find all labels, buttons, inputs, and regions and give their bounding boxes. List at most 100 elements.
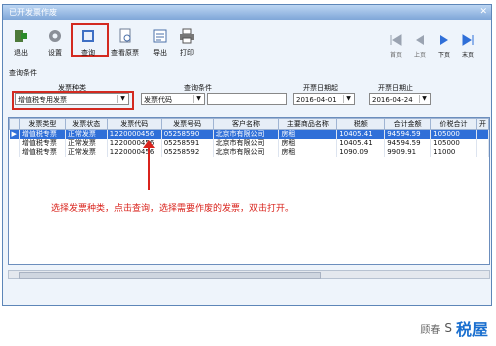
first-page-button[interactable]: 首页 <box>383 34 409 59</box>
watermark-site: 税屋 <box>455 320 488 339</box>
condition-text-input[interactable] <box>207 93 287 105</box>
start-date-picker[interactable]: 2016-04-01 ▼ <box>293 93 355 105</box>
condition-field-value: 发票代码 <box>144 96 172 104</box>
settings-button[interactable]: 设置 <box>42 28 68 58</box>
next-page-button[interactable]: 下页 <box>431 34 457 59</box>
table-row[interactable]: 增值税专票 正常发票 1220000456 05258591 北京市有限公司 房… <box>9 139 489 148</box>
table-cell: 北京市有限公司 <box>213 139 280 148</box>
table-cell <box>476 148 489 157</box>
column-header[interactable]: 税额 <box>336 118 386 130</box>
query-button[interactable]: 查询 <box>75 28 101 58</box>
query-icon <box>82 30 94 42</box>
toolbar: 退出 设置 查询 查看原票 导出 打印 首页 上页 下页 末页 查询条件 <box>3 20 491 78</box>
table-row[interactable]: 增值税专票 正常发票 1220000456 05258592 北京市有限公司 房… <box>9 148 489 157</box>
invoice-type-select[interactable]: 增值税专用发票 ▼ <box>15 93 129 105</box>
horizontal-scrollbar[interactable] <box>8 270 490 279</box>
first-page-label: 首页 <box>389 52 402 59</box>
watermark: 顾春 S 税屋 <box>420 316 488 340</box>
table-cell: 正常发票 <box>65 139 108 148</box>
table-header-row: 发票类型 发票状态 发票代码 发票号码 客户名称 主要商品名称 税额 合计金额 … <box>9 118 489 130</box>
table-cell <box>476 139 489 148</box>
next-page-label: 下页 <box>437 52 450 59</box>
invoice-type-value: 增值税专用发票 <box>18 96 67 104</box>
last-page-label: 末页 <box>461 52 474 59</box>
table-row[interactable]: ▶ 增值税专票 正常发票 1220000456 05258590 北京市有限公司… <box>9 129 489 139</box>
table-cell: 1220000456 <box>107 148 162 157</box>
query-section-label: 查询条件 <box>9 69 37 77</box>
table-cell: 1090.09 <box>336 148 386 157</box>
column-header[interactable]: 发票代码 <box>106 118 162 130</box>
last-page-button[interactable]: 末页 <box>455 34 481 59</box>
window-title: 已开发票作废 <box>9 8 57 17</box>
scrollbar-thumb[interactable] <box>19 272 321 279</box>
table-cell: 正常发票 <box>65 148 108 157</box>
table-cell: 房租 <box>278 139 338 148</box>
instruction-text: 选择发票种类，点击查询，选择需要作废的发票，双击打开。 <box>51 204 295 214</box>
column-header[interactable]: 发票类型 <box>18 118 66 130</box>
row-indicator: ▶ <box>9 129 20 139</box>
table-cell: 9909.91 <box>384 148 432 157</box>
first-page-icon <box>390 34 402 46</box>
chevron-down-icon[interactable]: ▼ <box>419 95 429 103</box>
condition-label: 查询条件 <box>184 84 212 92</box>
query-label: 查询 <box>81 49 95 57</box>
print-button[interactable]: 打印 <box>174 28 200 58</box>
condition-field-select[interactable]: 发票代码 ▼ <box>141 93 205 105</box>
chevron-down-icon[interactable]: ▼ <box>343 95 353 103</box>
column-header[interactable]: 价税合计 <box>430 118 477 130</box>
table-cell: 05258590 <box>161 129 214 139</box>
start-date-value: 2016-04-01 <box>296 96 337 104</box>
table-cell <box>476 129 489 139</box>
end-date-picker[interactable]: 2016-04-24 ▼ <box>369 93 431 105</box>
view-invoice-button[interactable]: 查看原票 <box>110 28 140 58</box>
table-cell: 11000 <box>430 148 477 157</box>
prev-page-button[interactable]: 上页 <box>407 34 433 59</box>
table-cell: 1220000456 <box>107 129 162 139</box>
exit-icon <box>15 30 27 42</box>
column-header[interactable]: 主要商品名称 <box>278 118 338 130</box>
export-icon <box>153 29 167 43</box>
export-button[interactable]: 导出 <box>147 28 173 58</box>
column-header[interactable]: 客户名称 <box>212 118 280 130</box>
row-indicator <box>9 148 20 157</box>
exit-label: 退出 <box>14 49 28 57</box>
table-cell: 北京市有限公司 <box>213 129 280 139</box>
column-header[interactable]: 发票状态 <box>64 118 108 130</box>
print-label: 打印 <box>180 49 194 57</box>
title-bar: 已开发票作废 ✕ <box>3 5 491 20</box>
table-cell: 94594.59 <box>384 129 432 139</box>
table-cell: 10405.41 <box>336 139 386 148</box>
column-header[interactable]: 发票号码 <box>160 118 214 130</box>
start-date-label: 开票日期起 <box>303 84 338 92</box>
invoice-void-window: 已开发票作废 ✕ 退出 设置 查询 查看原票 导出 打印 首页 上页 下页 末页… <box>2 4 492 306</box>
view-invoice-icon <box>119 28 131 43</box>
next-page-icon <box>440 35 448 45</box>
chevron-down-icon[interactable]: ▼ <box>117 95 127 103</box>
table-cell: 增值税专票 <box>19 129 66 139</box>
table-cell: 05258591 <box>161 139 214 148</box>
gear-icon <box>49 30 61 42</box>
watermark-logo-icon: S <box>444 321 452 335</box>
table-cell: 105000 <box>430 129 477 139</box>
invoice-table: 发票类型 发票状态 发票代码 发票号码 客户名称 主要商品名称 税额 合计金额 … <box>8 117 490 265</box>
column-header[interactable]: 合计金额 <box>384 118 432 130</box>
column-header[interactable]: 开 <box>475 118 489 130</box>
printer-icon <box>180 28 194 44</box>
table-cell: 10405.41 <box>336 129 386 139</box>
table-cell: 正常发票 <box>65 129 108 139</box>
close-icon[interactable]: ✕ <box>479 7 487 17</box>
prev-page-label: 上页 <box>413 52 426 59</box>
table-cell: 房租 <box>278 129 338 139</box>
table-cell: 北京市有限公司 <box>213 148 280 157</box>
table-cell: 增值税专票 <box>19 148 66 157</box>
row-indicator-header <box>9 118 20 130</box>
export-label: 导出 <box>153 49 167 57</box>
prev-page-icon <box>416 35 424 45</box>
exit-button[interactable]: 退出 <box>8 28 34 58</box>
table-cell: 05258592 <box>161 148 214 157</box>
chevron-down-icon[interactable]: ▼ <box>193 95 203 103</box>
table-cell: 增值税专票 <box>19 139 66 148</box>
end-date-value: 2016-04-24 <box>372 96 413 104</box>
table-cell: 105000 <box>430 139 477 148</box>
table-cell: 房租 <box>278 148 338 157</box>
